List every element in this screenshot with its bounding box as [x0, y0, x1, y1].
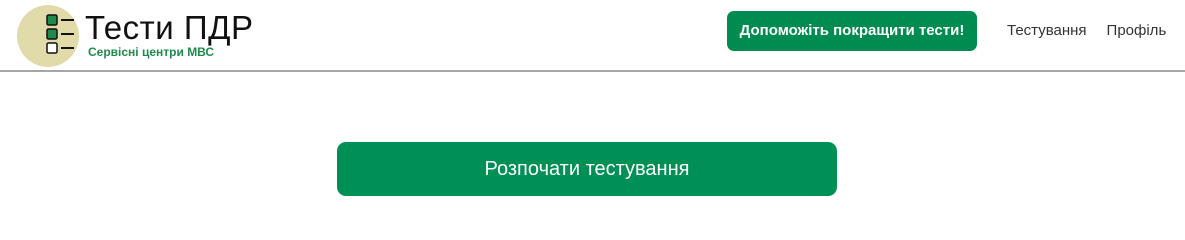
logo-subtitle: Сервісні центри МВС	[88, 45, 215, 59]
checklist-icon	[46, 14, 74, 54]
main-nav: Тестування Профіль	[1007, 21, 1166, 41]
nav-link-testing[interactable]: Тестування	[1007, 21, 1087, 41]
site-header: Тести ПДР Сервісні центри МВС Допоможіть…	[0, 0, 1185, 72]
start-testing-button[interactable]: Розпочати тестування	[337, 142, 837, 196]
nav-link-profile[interactable]: Профіль	[1107, 21, 1167, 41]
logo[interactable]: Тести ПДР Сервісні центри МВС	[0, 0, 300, 70]
main-content: Розпочати тестування	[0, 72, 1185, 207]
logo-title: Тести ПДР	[85, 9, 254, 46]
improve-tests-button[interactable]: Допоможіть покращити тести!	[727, 11, 977, 51]
